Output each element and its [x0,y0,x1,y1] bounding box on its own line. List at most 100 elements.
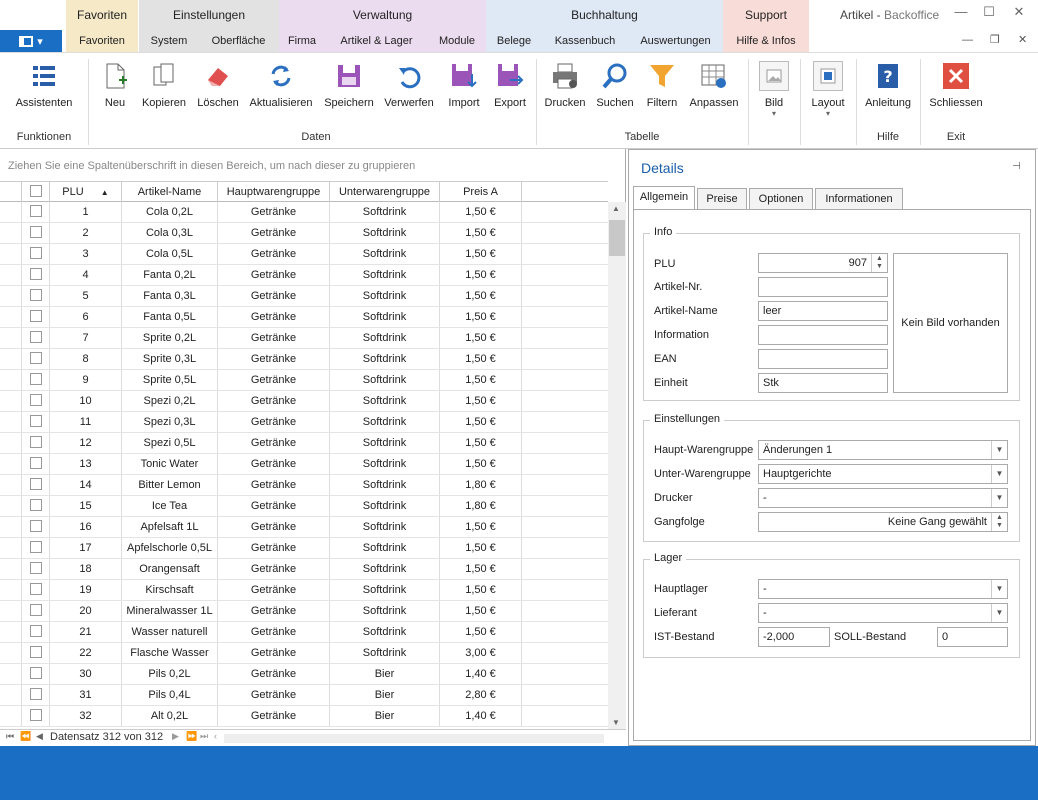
table-cell[interactable]: 7 [50,328,122,348]
table-cell[interactable]: Bier [330,664,440,684]
import-button[interactable]: Import [444,61,484,109]
table-cell[interactable]: Apfelsaft 1L [122,517,218,537]
aktualisieren-button[interactable]: Aktualisieren [248,61,314,109]
table-cell[interactable]: Getränke [218,622,330,642]
table-row[interactable]: 9 Sprite 0,5L Getränke Softdrink 1,50 € [0,370,608,391]
table-cell[interactable]: 14 [50,475,122,495]
row-indicator[interactable] [0,622,22,642]
table-cell[interactable]: 1,50 € [440,286,522,306]
maximize-button[interactable]: ☐ [978,4,1000,20]
row-checkbox[interactable] [22,370,50,390]
table-cell[interactable]: 1,40 € [440,706,522,726]
table-row[interactable]: 8 Sprite 0,3L Getränke Softdrink 1,50 € [0,349,608,370]
table-cell[interactable]: 9 [50,370,122,390]
table-cell[interactable]: Getränke [218,328,330,348]
row-indicator[interactable] [0,559,22,579]
table-cell[interactable]: 3 [50,244,122,264]
table-cell[interactable]: Spezi 0,5L [122,433,218,453]
schliessen-button[interactable]: Schliessen [928,61,984,109]
ribbon-tab-1-0[interactable]: System [139,35,199,47]
table-cell[interactable]: Softdrink [330,643,440,663]
mdi-restore-icon[interactable]: ❐ [990,33,1000,46]
row-indicator[interactable] [0,475,22,495]
table-cell[interactable]: Getränke [218,265,330,285]
minimize-button[interactable]: — [950,4,972,19]
table-cell[interactable]: Softdrink [330,307,440,327]
table-cell[interactable]: 16 [50,517,122,537]
ean-field[interactable] [758,349,888,369]
drucken-button[interactable]: Drucken [542,61,588,109]
table-cell[interactable]: 15 [50,496,122,516]
table-cell[interactable]: Softdrink [330,202,440,222]
prev-page-icon[interactable]: ⏪ [20,731,31,742]
row-indicator[interactable] [0,643,22,663]
row-checkbox[interactable] [22,559,50,579]
uwg-select[interactable]: Hauptgerichte ▼ [758,464,1008,484]
ribbon-tab-3-2[interactable]: Auswertungen [628,35,723,47]
table-cell[interactable]: 1,80 € [440,496,522,516]
table-cell[interactable]: 1,50 € [440,538,522,558]
table-cell[interactable]: 12 [50,433,122,453]
row-indicator[interactable] [0,412,22,432]
table-cell[interactable]: Getränke [218,412,330,432]
col-artikel-name[interactable]: Artikel-Name [122,182,218,202]
table-cell[interactable]: 4 [50,265,122,285]
table-cell[interactable]: 11 [50,412,122,432]
tab-informationen[interactable]: Informationen [815,188,903,210]
table-cell[interactable]: Softdrink [330,286,440,306]
neu-button[interactable]: Neu [98,61,132,109]
table-cell[interactable]: Getränke [218,496,330,516]
table-row[interactable]: 11 Spezi 0,3L Getränke Softdrink 1,50 € [0,412,608,433]
einheit-field[interactable]: Stk [758,373,888,393]
ribbon-tab-2-1[interactable]: Artikel & Lager [325,35,428,47]
row-checkbox[interactable] [22,475,50,495]
table-cell[interactable]: 5 [50,286,122,306]
table-cell[interactable]: 2,80 € [440,685,522,705]
row-indicator[interactable] [0,517,22,537]
table-cell[interactable]: Getränke [218,391,330,411]
row-indicator[interactable] [0,433,22,453]
last-record-icon[interactable]: ⏭ [200,731,208,742]
table-cell[interactable]: 1,50 € [440,349,522,369]
next-record-icon[interactable]: ▶ [172,731,179,742]
table-row[interactable]: 3 Cola 0,5L Getränke Softdrink 1,50 € [0,244,608,265]
table-cell[interactable]: Bitter Lemon [122,475,218,495]
table-cell[interactable]: 18 [50,559,122,579]
kopieren-button[interactable]: Kopieren [140,61,188,109]
gangfolge-field[interactable]: Keine Gang gewählt ▲ ▼ [758,512,1008,532]
table-cell[interactable]: 13 [50,454,122,474]
table-cell[interactable]: 1,50 € [440,412,522,432]
table-cell[interactable]: 19 [50,580,122,600]
table-cell[interactable]: Getränke [218,580,330,600]
ist-bestand-field[interactable]: -2,000 [758,627,830,647]
table-row[interactable]: 4 Fanta 0,2L Getränke Softdrink 1,50 € [0,265,608,286]
ribbon-tab-0-0[interactable]: Favoriten [66,35,138,47]
table-cell[interactable]: Pils 0,2L [122,664,218,684]
table-cell[interactable]: Cola 0,5L [122,244,218,264]
close-window-button[interactable]: ✕ [1008,4,1030,20]
table-row[interactable]: 16 Apfelsaft 1L Getränke Softdrink 1,50 € [0,517,608,538]
verwerfen-button[interactable]: Verwerfen [382,61,436,109]
table-cell[interactable]: Getränke [218,664,330,684]
table-row[interactable]: 6 Fanta 0,5L Getränke Softdrink 1,50 € [0,307,608,328]
speichern-button[interactable]: Speichern [322,61,376,109]
table-cell[interactable]: Fanta 0,3L [122,286,218,306]
horizontal-scrollbar[interactable] [224,734,604,743]
table-cell[interactable]: 1,50 € [440,559,522,579]
row-checkbox[interactable] [22,643,50,663]
table-cell[interactable]: 1,50 € [440,433,522,453]
table-cell[interactable]: Orangensaft [122,559,218,579]
row-checkbox[interactable] [22,286,50,306]
table-row[interactable]: 15 Ice Tea Getränke Softdrink 1,80 € [0,496,608,517]
row-checkbox[interactable] [22,223,50,243]
row-checkbox[interactable] [22,244,50,264]
row-checkbox[interactable] [22,349,50,369]
table-cell[interactable]: Softdrink [330,244,440,264]
row-indicator[interactable] [0,580,22,600]
table-cell[interactable]: Bier [330,685,440,705]
table-row[interactable]: 14 Bitter Lemon Getränke Softdrink 1,80 € [0,475,608,496]
ribbon-tab-1-1[interactable]: Oberfläche [199,35,278,47]
table-cell[interactable]: Getränke [218,601,330,621]
col-preis-a[interactable]: Preis A [440,182,522,202]
tab-optionen[interactable]: Optionen [749,188,813,210]
